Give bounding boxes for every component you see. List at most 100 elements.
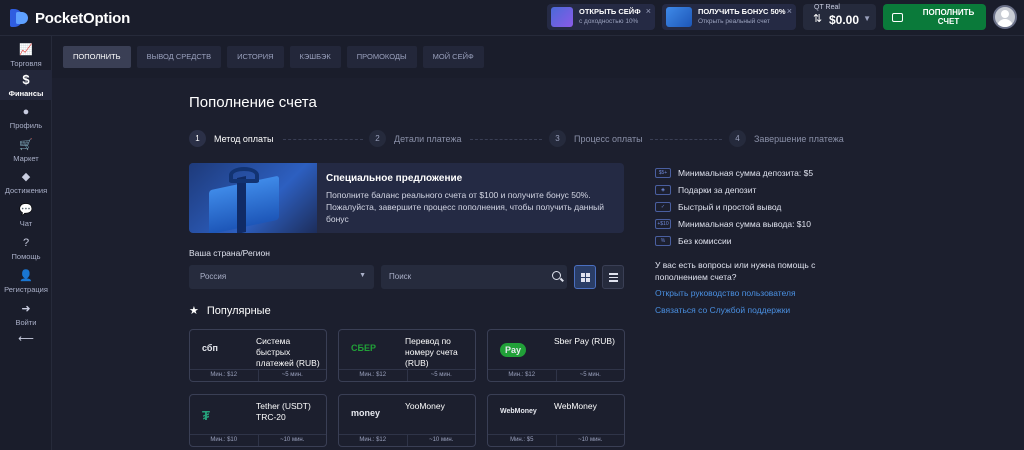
tab-promocodes[interactable]: ПРОМОКОДЫ [346,46,417,68]
close-icon[interactable]: × [787,6,792,16]
percent-icon: % [655,235,671,246]
chat-icon: 💬 [19,204,33,216]
promo-subtitle: Открыть реальный счет [698,18,770,25]
dollar-icon: $ [22,72,30,87]
deposit-button[interactable]: ПОПОЛНИТЬ СЧЕТ [883,4,986,30]
gift-illustration [189,163,317,233]
method-name: Tether (USDT) TRC-20 [256,401,311,422]
close-icon[interactable]: × [646,6,651,16]
support-link[interactable]: Связаться со Службой поддержки [655,305,790,315]
payment-method-card[interactable]: сбп Система быстрых платежей (RUB) Мин.:… [189,329,327,382]
step-payment-complete: 4 Завершение платежа [729,130,844,147]
special-offer-banner: Специальное предложение Пополните баланс… [189,163,624,233]
benefit-item: ◈ Подарки за депозит [655,181,813,198]
benefit-item: $5+ Минимальная сумма депозита: $5 [655,164,813,181]
promo-open-safe[interactable]: ОТКРЫТЬ СЕЙФ с доходностью 10% × [547,4,655,30]
sidebar-item-trading[interactable]: 📈 Торговля [0,40,52,70]
benefits-list: $5+ Минимальная сумма депозита: $5 ◈ Под… [655,164,813,249]
promo-title: ПОЛУЧИТЬ БОНУС 50% [698,7,786,16]
search-input[interactable]: Поиск [381,265,567,289]
sidebar-item-label: Маркет [13,154,39,163]
search-placeholder: Поиск [389,272,412,281]
popular-label: Популярные [206,304,271,317]
country-select[interactable]: Россия ▼ [189,265,374,289]
cart-icon: 🛒 [19,139,33,151]
promo-title: ОТКРЫТЬ СЕЙФ [579,7,641,16]
method-name: YooMoney [405,401,445,411]
list-icon [609,273,618,282]
logo-icon [10,9,30,27]
sidebar-item-help[interactable]: ? Помощь [0,236,52,261]
method-time: ~5 мин. [579,372,601,378]
method-time: ~5 мин. [281,372,303,378]
step-divider [470,139,542,140]
tab-withdraw[interactable]: ВЫВОД СРЕДСТВ [136,46,222,68]
step-label: Детали платежа [394,133,462,144]
benefit-text: Минимальная сумма вывода: $10 [678,218,811,229]
brand-logo[interactable]: PocketOption [10,9,130,27]
tab-cashback[interactable]: КЭШБЭК [289,46,341,68]
user-plus-icon: 👤 [19,270,33,282]
login-icon: ➜ [21,303,31,315]
step-payment-method: 1 Метод оплаты [189,130,273,147]
step-label: Метод оплаты [214,133,274,144]
country-label: Ваша страна/Регион [189,248,270,258]
step-payment-process: 3 Процесс оплаты [549,130,643,147]
user-icon: ● [22,106,30,118]
help-icon: ? [22,237,30,249]
method-min: Мин.: $12 [339,370,408,381]
sidebar-item-label: Чат [19,219,33,228]
sidebar-item-label: Профиль [9,121,43,130]
wallet-icon [892,12,903,22]
tab-history[interactable]: ИСТОРИЯ [227,46,284,68]
method-min: Мин.: $5 [488,435,557,446]
step-number: 2 [369,130,386,147]
webmoney-logo-icon: WebMoney [500,408,537,415]
search-icon [552,271,561,280]
sber-pay-logo-icon: Pay [500,343,527,357]
payment-method-card[interactable]: WebMoney WebMoney Мин.: $5 ~10 мин. [487,394,625,447]
account-balance-selector[interactable]: QT Real ⇅ $0.00 ▼ [803,4,876,30]
sidebar-item-register[interactable]: 👤 Регистрация [0,269,52,294]
sidebar-item-login[interactable]: ➜ Войти [0,302,52,327]
user-guide-link[interactable]: Открыть руководство пользователя [655,288,796,298]
step-label: Завершение платежа [754,133,844,144]
payment-method-card[interactable]: Pay Sber Pay (RUB) Мин.: $12 ~5 мин. [487,329,625,382]
method-time: ~10 мин. [429,437,454,443]
tab-deposit[interactable]: ПОПОЛНИТЬ [63,46,131,68]
deposit-min-icon: $5+ [655,167,671,178]
payment-method-card[interactable]: СБЕР Перевод по номеру счета (RUB) Мин.:… [338,329,476,382]
promo-bonus[interactable]: ПОЛУЧИТЬ БОНУС 50% Открыть реальный счет… [662,4,796,30]
sidebar-item-finance[interactable]: $ Финансы [0,70,52,100]
method-time: ~10 мин. [280,437,305,443]
sidebar-item-label: Регистрация [4,285,48,294]
deposit-button-label: ПОПОЛНИТЬ СЧЕТ [922,8,975,26]
account-type-label: QT Real [814,4,840,11]
benefit-text: Без комиссии [678,235,732,246]
step-number: 1 [189,130,206,147]
benefit-text: Подарки за депозит [678,184,757,195]
sidebar-item-label: Финансы [8,89,44,98]
tab-my-safe[interactable]: МОЙ СЕЙФ [422,46,484,68]
sbp-logo-icon: сбп [202,343,218,353]
sidebar-item-label: Помощь [11,252,41,261]
payment-method-card[interactable]: ₮ Tether (USDT) TRC-20 Мин.: $10 ~10 мин. [189,394,327,447]
benefit-item: ✓ Быстрый и простой вывод [655,198,813,215]
sidebar-item-achievements[interactable]: ◆ Достижения [0,170,52,195]
method-name: Sber Pay (RUB) [554,336,615,346]
list-view-button[interactable] [602,265,624,289]
avatar[interactable] [993,5,1017,29]
sidebar-item-label: Достижения [4,186,48,195]
sidebar-item-chat[interactable]: 💬 Чат [0,203,52,228]
withdraw-min-icon: +$10 [655,218,671,229]
finance-tabs: ПОПОЛНИТЬ ВЫВОД СРЕДСТВ ИСТОРИЯ КЭШБЭК П… [63,46,484,68]
sidebar-item-market[interactable]: 🛒 Маркет [0,138,52,163]
payment-method-card[interactable]: money YooMoney Мин.: $12 ~10 мин. [338,394,476,447]
method-min: Мин.: $12 [488,370,557,381]
sidebar-item-profile[interactable]: ● Профиль [0,105,52,130]
check-icon: ✓ [655,201,671,212]
sber-logo-icon: СБЕР [351,343,376,353]
sidebar-collapse-button[interactable]: ⟵ [0,332,52,346]
yoomoney-logo-icon: money [351,408,381,418]
grid-view-button[interactable] [574,265,596,289]
